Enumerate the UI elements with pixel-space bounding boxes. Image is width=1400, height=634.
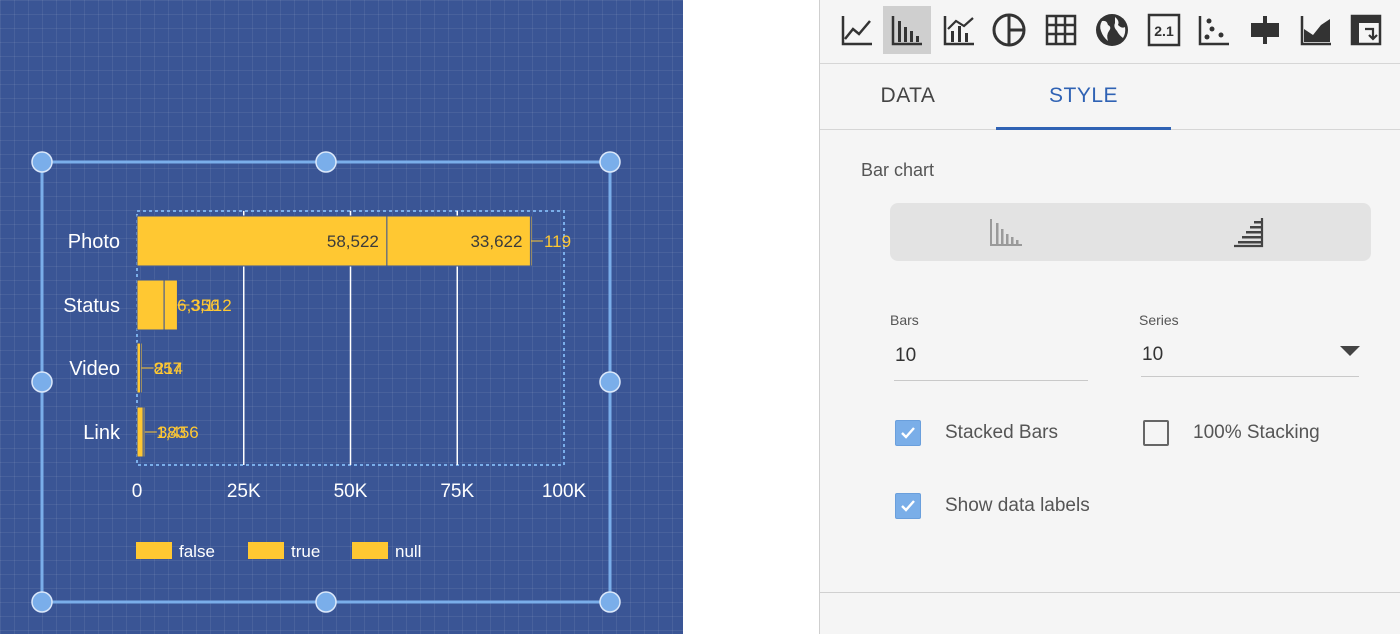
- legend-swatch: [248, 542, 284, 559]
- x-tick-label: 25K: [227, 481, 261, 502]
- bar-chart-icon: [891, 16, 922, 46]
- geo-map-button[interactable]: [1088, 6, 1136, 54]
- bar-segment[interactable]: [136, 279, 165, 331]
- scatter-chart-button[interactable]: [1190, 6, 1238, 54]
- legend-label: true: [291, 542, 320, 561]
- legend-swatch: [136, 542, 172, 559]
- bar-chart-widget[interactable]: 0 25K 50K 75K 100K Photo 58,522 33,622 119 Status…: [0, 0, 683, 634]
- stacked-bars-label[interactable]: Stacked Bars: [945, 422, 1058, 444]
- properties-panel: 2.1 DATA STYLE Bar chart Bars 10 Series …: [819, 0, 1400, 634]
- category-label: Link: [83, 422, 121, 444]
- geo-map-icon: [1096, 14, 1128, 46]
- data-label: 383: [158, 423, 186, 442]
- scorecard-glyph: 2.1: [1154, 23, 1174, 39]
- checkmark-icon: [901, 500, 915, 512]
- show-data-labels-checkbox[interactable]: [895, 493, 921, 519]
- horizontal-bars-button[interactable]: [1226, 209, 1272, 255]
- data-label: 33,622: [470, 232, 522, 251]
- bar-segment[interactable]: [163, 279, 178, 331]
- series-select[interactable]: 10: [1142, 344, 1163, 366]
- bar-segment[interactable]: [136, 342, 142, 394]
- x-tick-label: 50K: [334, 481, 368, 502]
- data-label: 3,112: [190, 296, 231, 315]
- chart-type-toolbar: 2.1: [820, 0, 1400, 64]
- area-chart-icon: [1300, 16, 1331, 46]
- resize-handle[interactable]: [599, 591, 621, 613]
- series-select-underline: [1141, 376, 1359, 377]
- combo-chart-icon: [943, 16, 974, 46]
- category-label: Video: [69, 358, 120, 380]
- x-tick-label: 100K: [542, 481, 587, 502]
- legend-swatch: [352, 542, 388, 559]
- vertical-bars-icon: [990, 219, 1022, 246]
- show-data-labels-label[interactable]: Show data labels: [945, 495, 1090, 517]
- stacked-bars-checkbox[interactable]: [895, 420, 921, 446]
- stacking-100-label[interactable]: 100% Stacking: [1193, 422, 1320, 444]
- bullet-chart-icon: [1251, 16, 1279, 44]
- resize-handle[interactable]: [315, 591, 337, 613]
- table-button[interactable]: [1037, 6, 1085, 54]
- pie-chart-button[interactable]: [985, 6, 1033, 54]
- section-title: Bar chart: [861, 160, 935, 180]
- data-label: 58,522: [327, 232, 379, 251]
- scatter-chart-icon: [1198, 16, 1229, 46]
- bars-input[interactable]: 10: [895, 345, 916, 367]
- scorecard-icon: 2.1: [1147, 13, 1181, 47]
- canvas-gutter: [683, 0, 819, 634]
- legend-label: false: [179, 542, 215, 561]
- checkmark-icon: [901, 427, 915, 439]
- data-label: 214: [155, 359, 183, 378]
- horizontal-bars-icon: [1234, 218, 1264, 248]
- legend-label: null: [395, 542, 421, 561]
- tab-style[interactable]: STYLE: [996, 64, 1171, 130]
- stacking-100-checkbox[interactable]: [1143, 420, 1169, 446]
- orientation-toggle: [890, 203, 1371, 261]
- area-chart-button[interactable]: [1292, 6, 1340, 54]
- panel-divider: [820, 592, 1400, 593]
- bar-segment[interactable]: [136, 406, 144, 458]
- bullet-chart-button[interactable]: [1241, 6, 1289, 54]
- bars-input-underline: [894, 380, 1088, 381]
- resize-handle[interactable]: [599, 371, 621, 393]
- scorecard-button[interactable]: 2.1: [1140, 6, 1188, 54]
- category-label: Photo: [68, 231, 120, 253]
- line-chart-icon: [841, 16, 872, 46]
- resize-handle[interactable]: [599, 151, 621, 173]
- pie-chart-icon: [992, 13, 1026, 47]
- category-label: Status: [63, 295, 120, 317]
- vertical-bars-button[interactable]: [983, 209, 1029, 255]
- series-label: Series: [1139, 312, 1179, 328]
- bar-chart-button[interactable]: [883, 6, 931, 54]
- resize-handle[interactable]: [315, 151, 337, 173]
- x-tick-label: 0: [132, 481, 143, 502]
- x-tick-label: 75K: [440, 481, 474, 502]
- resize-handle[interactable]: [31, 371, 53, 393]
- report-canvas[interactable]: 0 25K 50K 75K 100K Photo 58,522 33,622 119 Status…: [0, 0, 683, 634]
- tab-data[interactable]: DATA: [820, 64, 996, 130]
- resize-handle[interactable]: [31, 591, 53, 613]
- chevron-down-icon[interactable]: [1340, 346, 1360, 358]
- table-icon: [1045, 14, 1077, 46]
- line-chart-button[interactable]: [833, 6, 881, 54]
- bar-segment[interactable]: [142, 406, 146, 458]
- panel-tabs: DATA STYLE: [820, 64, 1400, 130]
- pivot-table-button[interactable]: [1342, 6, 1390, 54]
- bars-label: Bars: [890, 312, 919, 328]
- resize-handle[interactable]: [31, 151, 53, 173]
- pivot-table-icon: [1350, 14, 1382, 46]
- data-label: 119: [544, 232, 571, 251]
- combo-chart-button[interactable]: [935, 6, 983, 54]
